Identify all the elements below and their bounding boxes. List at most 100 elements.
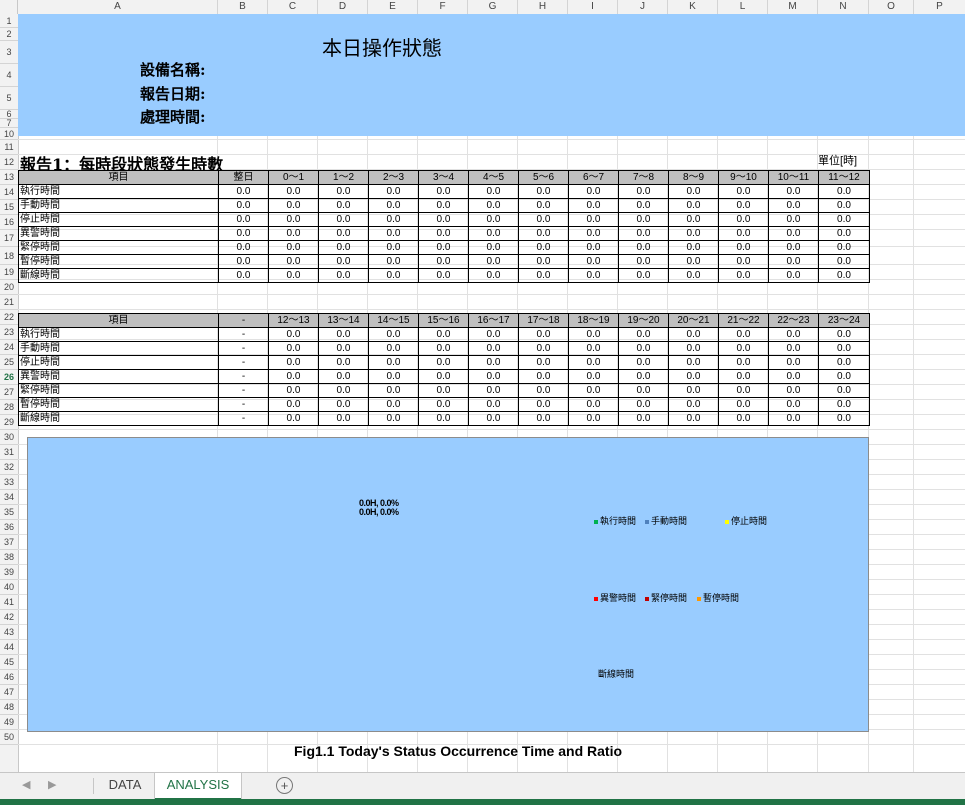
- prev-sheet-arrow-icon[interactable]: ◀: [22, 778, 30, 791]
- value-cell[interactable]: 0.0: [668, 268, 719, 283]
- table-header-cell[interactable]: 16～17: [468, 313, 519, 328]
- value-cell[interactable]: 0.0: [468, 198, 519, 213]
- row-header[interactable]: 17: [0, 230, 18, 247]
- row-header[interactable]: 33: [0, 475, 18, 490]
- value-cell[interactable]: 0.0: [268, 226, 319, 241]
- row-header[interactable]: 15: [0, 200, 18, 215]
- value-cell[interactable]: 0.0: [218, 240, 269, 255]
- row-header[interactable]: 32: [0, 460, 18, 475]
- value-cell[interactable]: 0.0: [368, 184, 419, 199]
- value-cell[interactable]: 0.0: [368, 369, 419, 384]
- row-header[interactable]: 31: [0, 445, 18, 460]
- value-cell[interactable]: 0.0: [718, 369, 769, 384]
- value-cell[interactable]: 0.0: [518, 369, 569, 384]
- row-header[interactable]: 44: [0, 640, 18, 655]
- value-cell[interactable]: 0.0: [368, 327, 419, 342]
- value-cell[interactable]: 0.0: [768, 341, 819, 356]
- column-header[interactable]: B: [218, 0, 268, 14]
- table-header-cell[interactable]: 23～24: [818, 313, 870, 328]
- value-cell[interactable]: 0.0: [668, 327, 719, 342]
- table-header-cell[interactable]: 9～10: [718, 170, 769, 185]
- value-cell[interactable]: 0.0: [468, 268, 519, 283]
- row-label-cell[interactable]: 緊停時間: [18, 383, 219, 398]
- row-header[interactable]: 10: [0, 128, 18, 140]
- value-cell[interactable]: 0.0: [718, 397, 769, 412]
- column-header[interactable]: H: [518, 0, 568, 14]
- value-cell[interactable]: 0.0: [218, 198, 269, 213]
- column-header[interactable]: L: [718, 0, 768, 14]
- row-header[interactable]: 45: [0, 655, 18, 670]
- value-cell[interactable]: 0.0: [768, 327, 819, 342]
- value-cell[interactable]: 0.0: [518, 341, 569, 356]
- sheet-grid[interactable]: 本日操作狀態 設備名稱: 報告日期: 處理時間: 報告1：每時段狀態發生時數 單…: [18, 14, 965, 772]
- column-header[interactable]: D: [318, 0, 368, 14]
- row-label-cell[interactable]: 執行時間: [18, 327, 219, 342]
- value-cell[interactable]: 0.0: [368, 411, 419, 426]
- value-cell[interactable]: 0.0: [368, 254, 419, 269]
- table-header-cell[interactable]: 10～11: [768, 170, 819, 185]
- value-cell[interactable]: 0.0: [718, 254, 769, 269]
- next-sheet-arrow-icon[interactable]: ▶: [48, 778, 56, 791]
- column-header[interactable]: J: [618, 0, 668, 14]
- value-cell[interactable]: 0.0: [618, 198, 669, 213]
- value-cell[interactable]: 0.0: [768, 226, 819, 241]
- value-cell[interactable]: 0.0: [618, 268, 669, 283]
- table-header-cell[interactable]: 13～14: [318, 313, 369, 328]
- value-cell[interactable]: 0.0: [818, 226, 870, 241]
- value-cell[interactable]: 0.0: [818, 212, 870, 227]
- value-cell[interactable]: 0.0: [518, 254, 569, 269]
- value-cell[interactable]: 0.0: [718, 212, 769, 227]
- value-cell[interactable]: 0.0: [668, 240, 719, 255]
- value-cell[interactable]: 0.0: [418, 341, 469, 356]
- row-label-cell[interactable]: 異警時間: [18, 226, 219, 241]
- value-cell[interactable]: 0.0: [818, 198, 870, 213]
- value-cell[interactable]: 0.0: [468, 327, 519, 342]
- status-pie-chart[interactable]: 0.0H, 0.0% 0.0H, 0.0% 執行時間 手動時間 停止時間 異警時間 緊停…: [27, 437, 869, 732]
- table-header-cell[interactable]: 14～15: [368, 313, 419, 328]
- value-cell[interactable]: 0.0: [618, 240, 669, 255]
- value-cell[interactable]: 0.0: [418, 254, 469, 269]
- value-cell[interactable]: 0.0: [618, 341, 669, 356]
- value-cell[interactable]: 0.0: [668, 397, 719, 412]
- value-cell[interactable]: 0.0: [568, 397, 619, 412]
- table-header-cell[interactable]: 5～6: [518, 170, 569, 185]
- value-cell[interactable]: 0.0: [768, 184, 819, 199]
- table-header-cell[interactable]: 20～21: [668, 313, 719, 328]
- row-header[interactable]: 43: [0, 625, 18, 640]
- value-cell[interactable]: 0.0: [718, 198, 769, 213]
- row-header[interactable]: 49: [0, 715, 18, 730]
- row-header[interactable]: 11: [0, 140, 18, 155]
- value-cell[interactable]: 0.0: [318, 268, 369, 283]
- value-cell[interactable]: 0.0: [568, 198, 619, 213]
- row-header[interactable]: 41: [0, 595, 18, 610]
- column-header[interactable]: C: [268, 0, 318, 14]
- value-cell[interactable]: 0.0: [818, 369, 870, 384]
- value-cell[interactable]: 0.0: [818, 184, 870, 199]
- value-cell[interactable]: 0.0: [468, 355, 519, 370]
- value-cell[interactable]: 0.0: [318, 341, 369, 356]
- value-cell[interactable]: 0.0: [818, 268, 870, 283]
- value-cell[interactable]: 0.0: [268, 212, 319, 227]
- value-cell[interactable]: 0.0: [768, 397, 819, 412]
- value-cell[interactable]: 0.0: [518, 355, 569, 370]
- column-header[interactable]: F: [418, 0, 468, 14]
- row-header[interactable]: 24: [0, 340, 18, 355]
- value-cell[interactable]: 0.0: [418, 198, 469, 213]
- value-cell[interactable]: 0.0: [268, 383, 319, 398]
- value-cell[interactable]: 0.0: [618, 383, 669, 398]
- row-header[interactable]: 1: [0, 14, 18, 28]
- table-header-cell[interactable]: 6～7: [568, 170, 619, 185]
- value-cell[interactable]: 0.0: [318, 369, 369, 384]
- sheet-tab-data[interactable]: DATA: [96, 773, 154, 798]
- row-header[interactable]: 42: [0, 610, 18, 625]
- value-cell[interactable]: 0.0: [518, 327, 569, 342]
- value-cell[interactable]: 0.0: [268, 198, 319, 213]
- row-header[interactable]: 39: [0, 565, 18, 580]
- table-header-cell[interactable]: 0～1: [268, 170, 319, 185]
- row-label-cell[interactable]: 暫停時間: [18, 397, 219, 412]
- row-header[interactable]: 40: [0, 580, 18, 595]
- table-header-cell[interactable]: 4～5: [468, 170, 519, 185]
- row-header[interactable]: 2: [0, 28, 18, 41]
- value-cell[interactable]: 0.0: [218, 254, 269, 269]
- value-cell[interactable]: 0.0: [318, 355, 369, 370]
